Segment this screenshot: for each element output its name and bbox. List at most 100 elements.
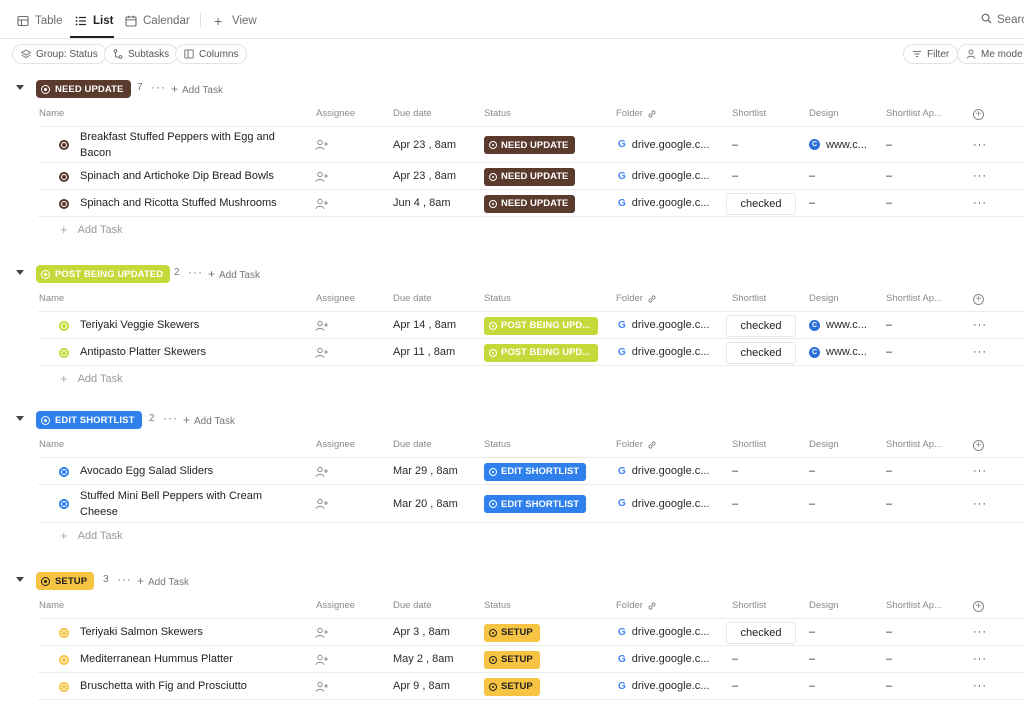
collapse-caret-icon[interactable] [16, 577, 24, 582]
task-status-pill[interactable]: POST BEING UPD... [484, 316, 598, 335]
design-value[interactable]: – [809, 673, 815, 699]
due-date[interactable]: Apr 11 , 8am [393, 339, 455, 365]
column-assignee-header[interactable]: Assignee [316, 293, 355, 304]
group-status-badge[interactable]: EDIT SHORTLIST [36, 411, 142, 429]
column-due-header[interactable]: Due date [393, 600, 432, 611]
column-assignee-header[interactable]: Assignee [316, 600, 355, 611]
task-status-icon[interactable] [59, 198, 69, 209]
add-assignee-icon[interactable] [315, 171, 329, 183]
column-name-header[interactable]: Name [39, 439, 64, 450]
add-assignee-icon[interactable] [315, 198, 329, 210]
column-assignee-header[interactable]: Assignee [316, 439, 355, 450]
add-task-row[interactable]: + Add Task [38, 365, 1024, 391]
column-shortlist_ap-header[interactable]: Shortlist Ap... [886, 108, 942, 119]
task-status-icon[interactable] [59, 320, 69, 331]
folder-link[interactable]: Gdrive.google.c... [618, 163, 709, 189]
folder-link[interactable]: Gdrive.google.c... [618, 619, 709, 645]
shortlist-approval-value[interactable]: – [886, 339, 892, 365]
due-date[interactable]: Apr 9 , 8am [393, 673, 450, 699]
column-name-header[interactable]: Name [39, 600, 64, 611]
shortlist-value[interactable]: – [732, 163, 738, 189]
subtasks-button[interactable]: Subtasks [104, 44, 179, 64]
column-design-header[interactable]: Design [809, 600, 839, 611]
collapse-caret-icon[interactable] [16, 270, 24, 275]
add-view-button[interactable]: + View [214, 13, 257, 29]
group-status-badge[interactable]: NEED UPDATE [36, 80, 131, 98]
group-status-badge[interactable]: POST BEING UPDATED [36, 265, 171, 283]
row-more-icon[interactable]: ··· [973, 673, 987, 699]
due-date[interactable]: Apr 3 , 8am [393, 619, 450, 645]
search-button[interactable]: Search [981, 13, 1024, 27]
column-shortlist-header[interactable]: Shortlist [732, 293, 766, 304]
design-link[interactable]: Cwww.c... [809, 127, 867, 162]
task-status-pill[interactable]: NEED UPDATE [484, 136, 575, 154]
column-shortlist-header[interactable]: Shortlist [732, 108, 766, 119]
task-status-pill[interactable]: NEED UPDATE [484, 167, 575, 186]
add-assignee-icon[interactable] [315, 466, 329, 478]
group-more-icon[interactable]: ··· [117, 572, 132, 586]
shortlist-value[interactable]: – [732, 127, 738, 162]
shortlist-value[interactable]: – [732, 485, 738, 522]
column-folder-header[interactable]: Folder [616, 108, 643, 119]
row-more-icon[interactable]: ··· [973, 339, 987, 365]
shortlist-approval-value[interactable]: – [886, 673, 892, 699]
task-name[interactable]: Spinach and Artichoke Dip Bread Bowls [80, 163, 295, 189]
due-date[interactable]: Mar 29 , 8am [393, 458, 458, 484]
design-value[interactable]: – [809, 619, 815, 645]
column-status-header[interactable]: Status [484, 108, 511, 119]
shortlist-value[interactable]: – [732, 646, 738, 672]
row-more-icon[interactable]: ··· [973, 163, 987, 189]
design-value[interactable]: – [809, 646, 815, 672]
column-shortlist_ap-header[interactable]: Shortlist Ap... [886, 293, 942, 304]
tab-calendar[interactable]: Calendar [125, 13, 190, 29]
tab-table[interactable]: Table [17, 13, 63, 29]
row-more-icon[interactable]: ··· [973, 458, 987, 484]
group-more-icon[interactable]: ··· [151, 80, 166, 94]
column-shortlist_ap-header[interactable]: Shortlist Ap... [886, 439, 942, 450]
column-folder-header[interactable]: Folder [616, 600, 643, 611]
folder-link[interactable]: Gdrive.google.c... [618, 646, 709, 672]
shortlist-approval-value[interactable]: – [886, 458, 892, 484]
row-more-icon[interactable]: ··· [973, 127, 987, 162]
column-shortlist-header[interactable]: Shortlist [732, 600, 766, 611]
column-status-header[interactable]: Status [484, 600, 511, 611]
add-column-icon[interactable]: + [973, 294, 984, 305]
column-shortlist_ap-header[interactable]: Shortlist Ap... [886, 600, 942, 611]
task-name[interactable]: Teriyaki Salmon Skewers [80, 619, 295, 645]
add-column-icon[interactable]: + [973, 601, 984, 612]
column-name-header[interactable]: Name [39, 108, 64, 119]
due-date[interactable]: May 2 , 8am [393, 646, 454, 672]
design-value[interactable]: – [809, 485, 815, 522]
task-row[interactable]: Avocado Egg Salad Sliders Mar 29 , 8am EDI… [38, 457, 1024, 484]
task-status-pill[interactable]: EDIT SHORTLIST [484, 462, 586, 481]
task-row[interactable]: Breakfast Stuffed Peppers with Egg and B… [38, 126, 1024, 162]
task-name[interactable]: Bruschetta with Fig and Prosciutto [80, 673, 295, 699]
shortlist-approval-value[interactable]: – [886, 163, 892, 189]
shortlist-approval-value[interactable]: – [886, 485, 892, 522]
task-status-pill[interactable]: NEED UPDATE [484, 194, 575, 213]
column-shortlist-header[interactable]: Shortlist [732, 439, 766, 450]
group-more-icon[interactable]: ··· [163, 411, 178, 425]
collapse-caret-icon[interactable] [16, 85, 24, 90]
folder-link[interactable]: Gdrive.google.c... [618, 485, 709, 522]
row-more-icon[interactable]: ··· [973, 485, 987, 522]
column-design-header[interactable]: Design [809, 108, 839, 119]
task-name[interactable]: Stuffed Mini Bell Peppers with Cream Che… [80, 485, 295, 522]
design-value[interactable]: – [809, 190, 815, 216]
shortlist-approval-value[interactable]: – [886, 127, 892, 162]
task-row[interactable]: Spinach and Ricotta Stuffed Mushrooms Jun… [38, 189, 1024, 216]
me-mode-button[interactable]: Me mode [957, 44, 1024, 64]
collapse-caret-icon[interactable] [16, 416, 24, 421]
shortlist-approval-value[interactable]: – [886, 312, 892, 338]
column-design-header[interactable]: Design [809, 293, 839, 304]
task-name[interactable]: Teriyaki Veggie Skewers [80, 312, 295, 338]
task-status-pill[interactable]: SETUP [484, 623, 540, 642]
task-status-icon[interactable] [59, 627, 69, 638]
group-add-task-button[interactable]: + Add Task [137, 574, 189, 588]
task-name[interactable]: Breakfast Stuffed Peppers with Egg and B… [80, 127, 295, 162]
add-task-row[interactable]: + Add Task [38, 522, 1024, 548]
add-assignee-icon[interactable] [315, 139, 329, 151]
add-assignee-icon[interactable] [315, 320, 329, 332]
group-add-task-button[interactable]: + Add Task [208, 267, 260, 281]
task-row[interactable]: Teriyaki Salmon Skewers Apr 3 , 8am SETUP G… [38, 618, 1024, 645]
